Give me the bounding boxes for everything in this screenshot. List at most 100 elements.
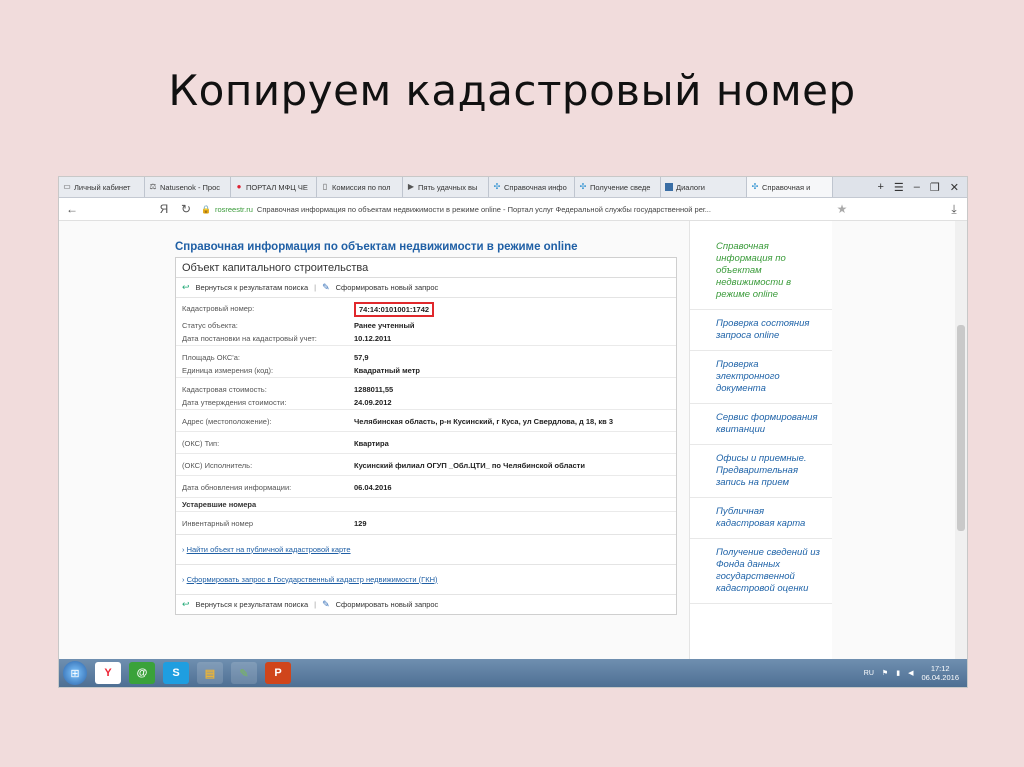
tab-portal-mfc[interactable]: ● ПОРТАЛ МФЦ ЧЕ bbox=[231, 177, 317, 197]
sidebar-item-status-check[interactable]: Проверка состояния запроса online bbox=[690, 310, 832, 351]
tab-label: Комиссия по пол bbox=[332, 182, 391, 192]
scrollbar-thumb[interactable] bbox=[957, 325, 965, 531]
back-to-results-icon: ↩ bbox=[182, 598, 190, 609]
yandex-icon[interactable]: Я bbox=[157, 202, 171, 216]
table-row: Дата постановки на кадастровый учет: 10.1… bbox=[176, 332, 676, 346]
reload-icon[interactable]: ↻ bbox=[179, 202, 193, 216]
url-domain: rosreestr.ru bbox=[214, 204, 253, 214]
tab-label: Справочная инфо bbox=[504, 182, 567, 192]
volume-icon[interactable]: ◀ bbox=[908, 669, 913, 677]
clock[interactable]: 17:12 06.04.2016 bbox=[921, 664, 959, 682]
paint-icon[interactable]: ✎ bbox=[231, 662, 257, 684]
tab-dialogi[interactable]: Диалоги bbox=[661, 177, 747, 197]
cadastral-number-highlight[interactable]: 74:14:0101001:1742 bbox=[354, 302, 435, 317]
tab-spravochnaya-1[interactable]: ✣ Справочная инфо bbox=[489, 177, 575, 197]
taskbar: ⊞ Y @ S ▤ ✎ P RU ⚑ ▮ ◀ 17:12 06.04.2016 bbox=[59, 659, 967, 687]
tab-label: Личный кабинет bbox=[74, 182, 131, 192]
object-panel: Объект капитального строительства ↩ Верн… bbox=[175, 257, 677, 615]
sidebar-item-e-document[interactable]: Проверка электронного документа bbox=[690, 351, 832, 404]
restore-icon[interactable]: ❐ bbox=[930, 181, 940, 194]
page-heading: Справочная информация по объектам недвиж… bbox=[175, 241, 578, 253]
tab-natusenok[interactable]: ⚖ Natusenok - Прос bbox=[145, 177, 231, 197]
row-label: Дата обновления информации: bbox=[176, 475, 348, 498]
slide-title: Копируем кадастровый номер bbox=[168, 66, 856, 115]
new-request-icon: ✎ bbox=[322, 598, 330, 609]
table-row: Статус объекта: Ранее учтенный bbox=[176, 319, 676, 332]
page-content: Справочная информация по объектам недвиж… bbox=[59, 221, 955, 659]
table-row: Площадь ОКС'а: 57,9 bbox=[176, 345, 676, 364]
file-explorer-icon[interactable]: ▤ bbox=[197, 662, 223, 684]
windows-start-icon[interactable]: ⊞ bbox=[63, 661, 87, 685]
public-map-link[interactable]: Найти объект на публичной кадастровой ка… bbox=[187, 545, 351, 554]
star-icon[interactable]: ★ bbox=[835, 202, 849, 216]
flag-icon[interactable]: ⚑ bbox=[882, 669, 888, 677]
site-icon: ✣ bbox=[579, 182, 587, 191]
gkn-link-row: › Сформировать запрос в Государственный … bbox=[176, 563, 676, 594]
tab-label: ПОРТАЛ МФЦ ЧЕ bbox=[246, 182, 308, 192]
row-label: Площадь ОКС'а: bbox=[176, 345, 348, 364]
lock-icon: 🔒 bbox=[201, 204, 211, 214]
sidebar-item-public-map[interactable]: Публичная кадастровая карта bbox=[690, 498, 832, 539]
row-value: 129 bbox=[348, 511, 676, 534]
main-column: Справочная информация по объектам недвиж… bbox=[175, 241, 687, 615]
icq-icon[interactable]: @ bbox=[129, 662, 155, 684]
site-icon: ✣ bbox=[751, 182, 759, 191]
tab-komissiya[interactable]: ▯ Комиссия по пол bbox=[317, 177, 403, 197]
back-to-results-link[interactable]: Вернуться к результатам поиска bbox=[196, 283, 309, 292]
tab-poluchenie[interactable]: ✣ Получение сведе bbox=[575, 177, 661, 197]
actions-bar-bottom: ↩ Вернуться к результатам поиска | ✎ Сфо… bbox=[176, 593, 676, 614]
clock-time: 17:12 bbox=[930, 664, 950, 673]
row-value: 57,9 bbox=[348, 345, 676, 364]
row-value: 06.04.2016 bbox=[348, 475, 676, 498]
row-label: Дата постановки на кадастровый учет: bbox=[182, 334, 317, 343]
skype-icon[interactable]: S bbox=[163, 662, 189, 684]
scrollbar[interactable] bbox=[955, 221, 967, 659]
new-request-link[interactable]: Сформировать новый запрос bbox=[336, 283, 439, 292]
new-tab-icon[interactable]: + bbox=[877, 181, 883, 193]
page-title-text: Справочная информация по объектам недвиж… bbox=[256, 204, 711, 214]
back-arrow-icon[interactable]: ← bbox=[65, 202, 79, 216]
new-request-link[interactable]: Сформировать новый запрос bbox=[336, 600, 439, 609]
row-label: (ОКС) Исполнитель: bbox=[176, 453, 348, 476]
info-table: Кадастровый номер: 74:14:0101001:1742 Ст… bbox=[176, 298, 676, 534]
sidebar-item-receipt[interactable]: Сервис формирования квитанции bbox=[690, 404, 832, 445]
gkn-request-link[interactable]: Сформировать запрос в Государственный ка… bbox=[187, 575, 438, 584]
network-icon[interactable]: ▮ bbox=[896, 669, 900, 677]
address-bar: ← Я ↻ 🔒 rosreestr.ru Справочная информац… bbox=[59, 198, 967, 221]
table-row: Единица измерения (код): Квадратный метр bbox=[176, 364, 676, 378]
tab-label: Natusenok - Прос bbox=[160, 182, 221, 192]
row-label: Адрес (местоположение): bbox=[176, 409, 348, 432]
row-label: Инвентарный номер bbox=[176, 511, 348, 534]
obsolete-section-header: Устаревшие номера bbox=[176, 497, 676, 512]
separator: | bbox=[314, 283, 317, 292]
table-row: (ОКС) Исполнитель: Кусинский филиал ОГУП … bbox=[176, 453, 676, 476]
url-field[interactable]: 🔒 rosreestr.ru Справочная информация по … bbox=[201, 202, 827, 216]
panel-title: Объект капитального строительства bbox=[176, 258, 676, 278]
tab-pyat-udachnyh[interactable]: ▶ Пять удачных вы bbox=[403, 177, 489, 197]
sidebar-item-offices[interactable]: Офисы и приемные. Предварительная запись… bbox=[690, 445, 832, 498]
download-icon[interactable]: ⤓ bbox=[947, 202, 961, 217]
arrow-right-icon: › bbox=[182, 574, 185, 584]
back-to-results-link[interactable]: Вернуться к результатам поиска bbox=[196, 600, 309, 609]
yandex-browser-icon[interactable]: Y bbox=[95, 662, 121, 684]
window-controls: + ☰ – ❐ ✕ bbox=[877, 177, 967, 197]
row-value: 1288011,55 bbox=[348, 377, 676, 396]
sidebar-item-valuation-fund[interactable]: Получение сведений из Фонда данных госуд… bbox=[690, 539, 832, 604]
menu-icon[interactable]: ☰ bbox=[894, 181, 904, 194]
language-indicator[interactable]: RU bbox=[864, 670, 874, 677]
arrow-right-icon: › bbox=[182, 544, 185, 554]
page-icon: ▭ bbox=[63, 182, 71, 191]
close-icon[interactable]: ✕ bbox=[950, 181, 959, 194]
row-value: Квартира bbox=[348, 431, 676, 454]
dialog-icon bbox=[665, 183, 673, 191]
document-icon: ▯ bbox=[322, 182, 328, 191]
row-value: Ранее учтенный bbox=[354, 321, 415, 330]
row-value: 24.09.2012 bbox=[354, 398, 392, 407]
scales-icon: ⚖ bbox=[149, 182, 157, 191]
powerpoint-icon[interactable]: P bbox=[265, 662, 291, 684]
tab-spravochnaya-active[interactable]: ✣ Справочная и bbox=[747, 177, 833, 197]
row-value: Квадратный метр bbox=[354, 366, 420, 375]
minimize-icon[interactable]: – bbox=[914, 181, 920, 193]
tab-lichny-kabinet[interactable]: ▭ Личный кабинет bbox=[59, 177, 145, 197]
sidebar-item-spravochnaya[interactable]: Справочная информация по объектам недвиж… bbox=[690, 221, 832, 310]
